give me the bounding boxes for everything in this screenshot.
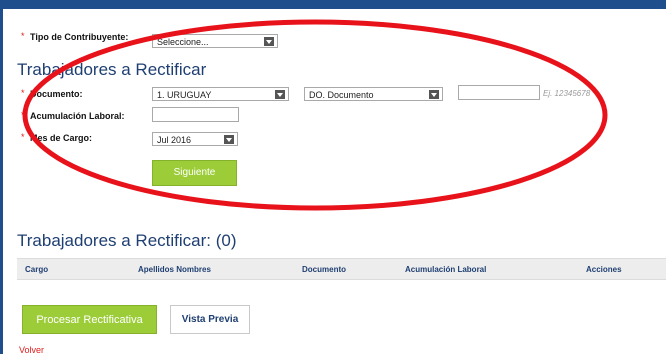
chevron-down-icon xyxy=(275,90,285,99)
tipo-documento-select[interactable]: DO. Documento xyxy=(304,87,443,101)
tipo-contribuyente-value: Seleccione... xyxy=(157,37,209,47)
table-title: Trabajadores a Rectificar: (0) xyxy=(17,231,237,250)
table-header: Cargo Apellidos Nombres Documento Acumul… xyxy=(17,258,666,280)
acumulacion-input[interactable] xyxy=(152,107,239,122)
required-marker: * xyxy=(21,110,25,120)
pais-select[interactable]: 1. URUGUAY xyxy=(152,87,289,101)
chevron-down-icon xyxy=(264,37,274,46)
section-title: Trabajadores a Rectificar xyxy=(17,60,207,79)
column-header-apellidos: Apellidos Nombres xyxy=(138,265,211,274)
mes-cargo-select[interactable]: Jul 2016 xyxy=(152,132,238,146)
column-header-acumulacion: Acumulación Laboral xyxy=(405,265,487,274)
tipo-contribuyente-select[interactable]: Seleccione... xyxy=(152,34,278,48)
tipo-documento-value: DO. Documento xyxy=(309,90,374,100)
chevron-down-icon xyxy=(224,135,234,144)
acumulacion-label: Acumulación Laboral: xyxy=(30,111,125,121)
tipo-contribuyente-label: Tipo de Contribuyente: xyxy=(30,32,129,42)
annotation-ellipse xyxy=(22,19,608,211)
window-left-border xyxy=(0,0,3,354)
mes-cargo-label: Mes de Cargo: xyxy=(30,133,93,143)
vista-previa-button[interactable]: Vista Previa xyxy=(170,305,250,334)
mes-cargo-value: Jul 2016 xyxy=(157,135,192,145)
procesar-rectificativa-button[interactable]: Procesar Rectificativa xyxy=(22,305,157,334)
column-header-cargo: Cargo xyxy=(25,265,49,274)
required-marker: * xyxy=(21,31,25,41)
window-top-border xyxy=(0,0,666,9)
documento-label: Documento: xyxy=(30,89,83,99)
required-marker: * xyxy=(21,132,25,142)
siguiente-button[interactable]: Siguiente xyxy=(152,160,237,186)
pais-value: 1. URUGUAY xyxy=(157,90,212,100)
documento-input[interactable] xyxy=(458,85,540,100)
chevron-down-icon xyxy=(429,90,439,99)
column-header-acciones: Acciones xyxy=(586,265,622,274)
documento-hint: Ej. 12345678 xyxy=(543,89,591,98)
required-marker: * xyxy=(21,88,25,98)
column-header-documento: Documento xyxy=(302,265,346,274)
